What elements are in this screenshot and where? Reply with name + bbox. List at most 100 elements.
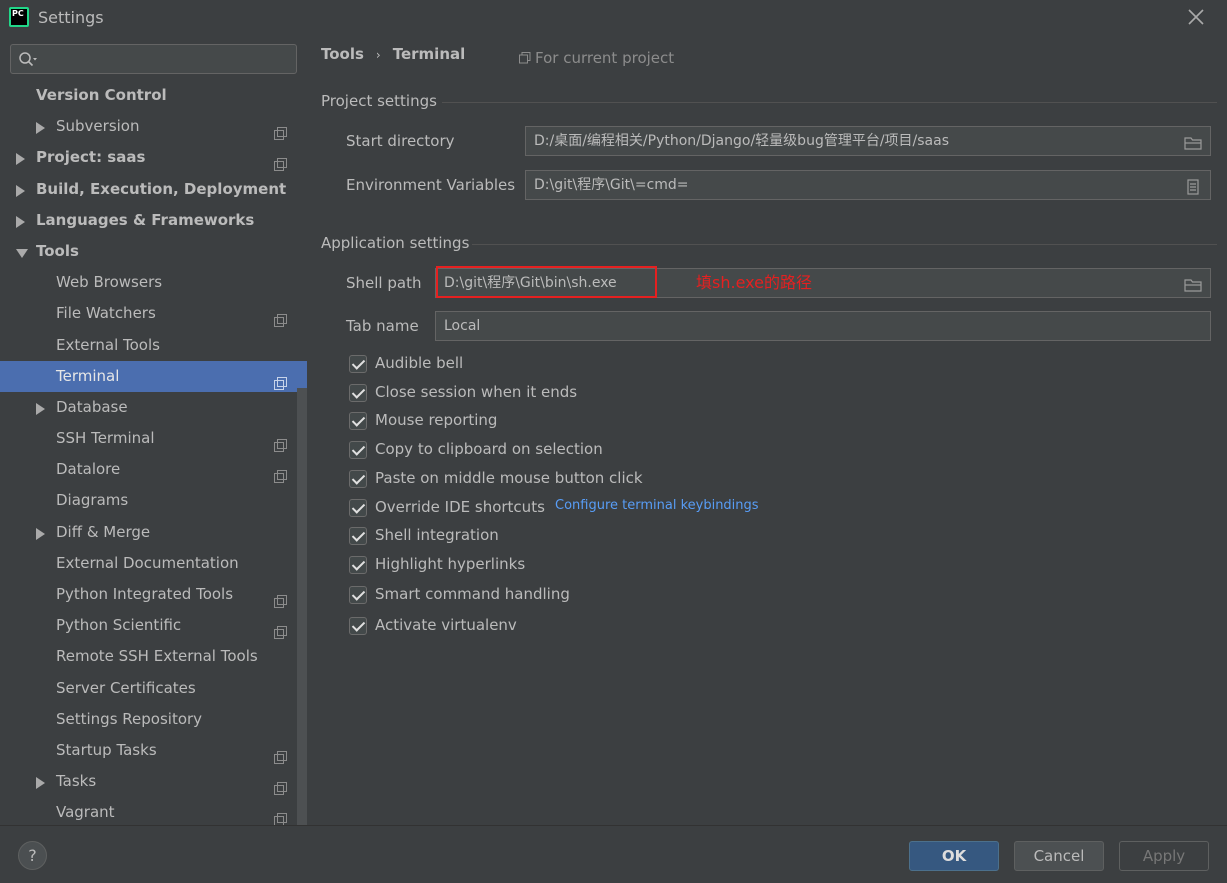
sidebar-item-database[interactable]: Database — [0, 392, 307, 423]
checkbox-highlight-hyperlinks[interactable] — [349, 556, 367, 574]
sidebar-item-external-documentation[interactable]: External Documentation — [0, 548, 307, 579]
sidebar-scrollbar[interactable] — [297, 388, 307, 825]
help-button[interactable]: ? — [18, 841, 47, 870]
sidebar-item-web-browsers[interactable]: Web Browsers — [0, 267, 307, 298]
env-vars-field[interactable]: D:\git\程序\Git\=cmd= — [525, 170, 1211, 200]
sidebar-item-label: SSH Terminal — [56, 429, 155, 448]
checkbox-close-session-when-it-ends[interactable] — [349, 384, 367, 402]
checkbox-label[interactable]: Paste on middle mouse button click — [375, 469, 643, 487]
copy-icon — [274, 619, 287, 640]
sidebar-item-startup-tasks[interactable]: Startup Tasks — [0, 735, 307, 766]
sidebar-item-diff-merge[interactable]: Diff & Merge — [0, 517, 307, 548]
app-settings-heading: Application settings — [321, 234, 470, 252]
scope-indicator: For current project — [519, 49, 674, 67]
copy-icon — [274, 806, 287, 827]
sidebar-item-ssh-terminal[interactable]: SSH Terminal — [0, 423, 307, 454]
sidebar-item-label: Web Browsers — [56, 273, 163, 292]
checkbox-smart-command-handling[interactable] — [349, 586, 367, 604]
sidebar-item-external-tools[interactable]: External Tools — [0, 330, 307, 361]
sidebar-item-label: Settings Repository — [56, 709, 203, 728]
sidebar-item-label: External Documentation — [56, 553, 239, 572]
checkbox-label[interactable]: Override IDE shortcuts — [375, 498, 545, 516]
chevron-right-icon[interactable] — [36, 527, 45, 540]
sidebar-item-languages-frameworks[interactable]: Languages & Frameworks — [0, 205, 307, 236]
checkbox-label[interactable]: Smart command handling — [375, 585, 570, 603]
breadcrumb-separator: › — [375, 48, 381, 62]
sidebar-item-vagrant[interactable]: Vagrant — [0, 797, 307, 828]
sidebar-item-tasks[interactable]: Tasks — [0, 766, 307, 797]
copy-icon — [274, 307, 287, 328]
ok-button[interactable]: OK — [909, 841, 999, 871]
checkbox-activate-virtualenv[interactable] — [349, 617, 367, 635]
annotation-text: 填sh.exe的路径 — [696, 273, 812, 292]
sidebar-item-python-scientific[interactable]: Python Scientific — [0, 610, 307, 641]
chevron-right-icon[interactable] — [16, 153, 25, 166]
checkbox-audible-bell[interactable] — [349, 355, 367, 373]
sidebar-item-server-certificates[interactable]: Server Certificates — [0, 673, 307, 704]
project-settings-heading: Project settings — [321, 92, 437, 110]
checkbox-label[interactable]: Activate virtualenv — [375, 616, 517, 634]
chevron-right-icon[interactable] — [36, 402, 45, 415]
apply-button[interactable]: Apply — [1119, 841, 1209, 871]
sidebar-item-tools[interactable]: Tools — [0, 236, 307, 267]
checkbox-mouse-reporting[interactable] — [349, 412, 367, 430]
cancel-button[interactable]: Cancel — [1014, 841, 1104, 871]
annotation-highlight-box — [436, 266, 657, 298]
folder-icon[interactable] — [1184, 133, 1202, 150]
sidebar-item-label: Python Integrated Tools — [56, 585, 234, 603]
sidebar-item-terminal[interactable]: Terminal — [0, 360, 307, 392]
close-icon[interactable] — [1185, 6, 1207, 28]
sidebar-item-label: Remote SSH External Tools — [56, 647, 258, 666]
chevron-down-icon[interactable] — [16, 248, 28, 258]
copy-icon — [519, 50, 531, 64]
env-vars-label: Environment Variables — [346, 176, 516, 194]
shell-path-label: Shell path — [346, 274, 422, 292]
tab-name-field[interactable]: Local — [435, 311, 1211, 341]
checkbox-override-ide-shortcuts[interactable] — [349, 499, 367, 517]
sidebar-item-remote-ssh-external-tools[interactable]: Remote SSH External Tools — [0, 641, 307, 672]
sidebar-item-project-saas[interactable]: Project: saas — [0, 142, 307, 173]
checkbox-label[interactable]: Mouse reporting — [375, 411, 497, 429]
pycharm-app-icon: PC — [9, 7, 29, 27]
env-vars-value: D:\git\程序\Git\=cmd= — [534, 177, 689, 193]
checkbox-label[interactable]: Copy to clipboard on selection — [375, 440, 603, 458]
sidebar-item-label: Server Certificates — [56, 678, 196, 697]
start-directory-field[interactable]: D:/桌面/编程相关/Python/Django/轻量级bug管理平台/项目/s… — [525, 126, 1211, 156]
chevron-right-icon[interactable] — [16, 215, 25, 228]
checkbox-copy-to-clipboard-on-selection[interactable] — [349, 441, 367, 459]
sidebar-item-settings-repository[interactable]: Settings Repository — [0, 704, 307, 735]
copy-icon — [274, 588, 287, 608]
sidebar-item-subversion[interactable]: Subversion — [0, 111, 307, 142]
chevron-right-icon[interactable] — [16, 184, 25, 197]
checkbox-label[interactable]: Close session when it ends — [375, 383, 577, 401]
checkbox-label[interactable]: Audible bell — [375, 354, 463, 372]
checkbox-label[interactable]: Shell integration — [375, 526, 499, 544]
search-icon — [18, 51, 37, 69]
settings-tree: Version Control Subversion Project: saas Bu… — [0, 80, 307, 829]
checkbox-paste-on-middle-mouse-button-click[interactable] — [349, 470, 367, 488]
copy-icon — [274, 370, 287, 390]
sidebar-item-python-integrated-tools[interactable]: Python Integrated Tools — [0, 579, 307, 610]
chevron-right-icon[interactable] — [36, 777, 45, 790]
configure-keybindings-link[interactable]: Configure terminal keybindings — [555, 498, 759, 513]
sidebar-item-label: Startup Tasks — [56, 740, 157, 759]
copy-icon — [274, 744, 287, 764]
checkbox-label[interactable]: Highlight hyperlinks — [375, 555, 525, 573]
chevron-right-icon[interactable] — [36, 122, 45, 135]
sidebar-item-label: Diagrams — [56, 491, 129, 510]
sidebar-item-label: Database — [56, 397, 128, 416]
sidebar-item-diagrams[interactable]: Diagrams — [0, 485, 307, 516]
sidebar-item-label: Vagrant — [56, 803, 115, 822]
sidebar-item-version-control[interactable]: Version Control — [0, 80, 307, 111]
section-divider — [472, 244, 1217, 245]
title-bar: PC Settings — [0, 0, 1227, 36]
folder-icon[interactable] — [1184, 275, 1202, 292]
sidebar-item-file-watchers[interactable]: File Watchers — [0, 298, 307, 329]
search-input[interactable] — [10, 44, 297, 74]
document-icon[interactable] — [1184, 177, 1202, 195]
sidebar-item-build-execution-deployment[interactable]: Build, Execution, Deployment — [0, 174, 307, 205]
checkbox-shell-integration[interactable] — [349, 527, 367, 545]
breadcrumb-parent[interactable]: Tools — [321, 45, 364, 63]
settings-panel: Tools › Terminal For current project Proje… — [307, 36, 1227, 825]
sidebar-item-datalore[interactable]: Datalore — [0, 454, 307, 485]
